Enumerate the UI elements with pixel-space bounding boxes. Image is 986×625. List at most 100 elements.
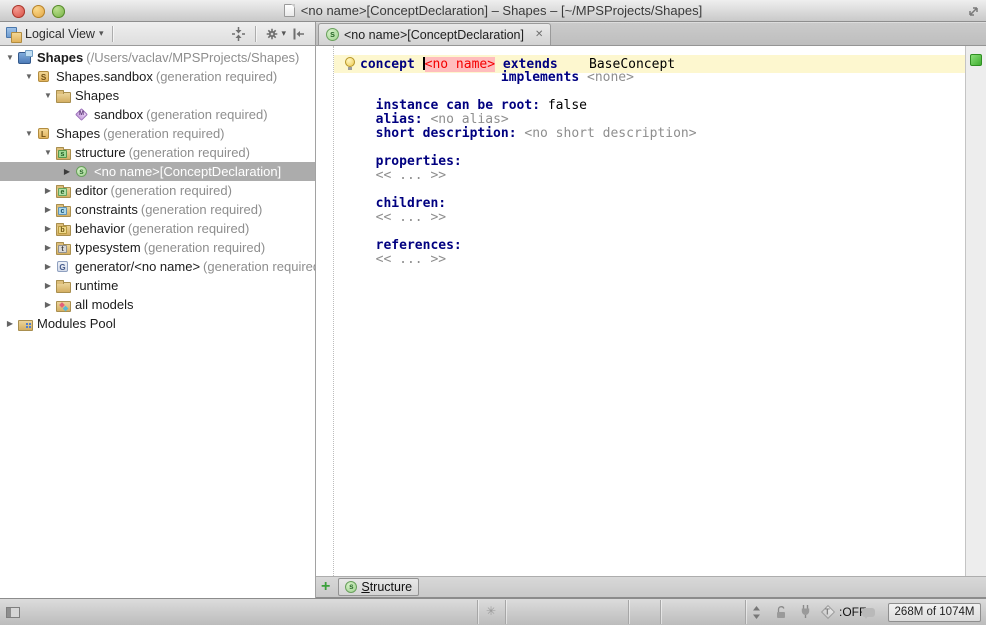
behavior-icon: b [55,222,71,235]
intention-bulb-icon[interactable] [345,57,355,67]
tree-expand-arrow[interactable]: ▼ [42,91,54,100]
tree-row[interactable]: ▼sstructure (generation required) [0,143,315,162]
tree-expand-arrow[interactable]: ▶ [61,167,73,176]
concept-icon [326,28,339,41]
analysis-status-indicator[interactable] [970,54,982,66]
structure-tab-label: Structure [361,580,412,594]
editor-tab[interactable]: <no name>[ConceptDeclaration] [318,23,551,45]
hide-panel-icon[interactable] [291,27,305,41]
chevron-down-icon: ▾ [281,28,286,39]
code-segment [360,98,376,113]
tree-row[interactable]: ▶s<no name>[ConceptDeclaration] [0,162,315,181]
statusbar-separator [505,600,506,624]
tree-expand-arrow[interactable]: ▼ [42,148,54,157]
tab-structure[interactable]: Structure [338,578,419,596]
tree-item-suffix: (generation required) [144,240,265,255]
tree-expand-arrow[interactable]: ▼ [23,129,35,138]
tree-row[interactable]: ▶eeditor (generation required) [0,181,315,200]
tree-expand-arrow[interactable]: ▶ [4,319,16,328]
tree-item-name: Modules Pool [37,316,116,331]
folder-icon [55,89,71,102]
settings-gear-icon[interactable]: ▾ [265,27,286,41]
code-line[interactable] [334,183,965,197]
view-selector[interactable]: Logical View ▾ [0,22,109,45]
concept-editor[interactable]: concept <no name> extends BaseConcept im… [316,46,986,576]
code-line[interactable]: instance can be root: false [334,99,965,113]
code-line[interactable]: << ... >> [334,253,965,267]
tree-expand-arrow[interactable]: ▼ [4,53,16,62]
code-line[interactable]: references: [334,239,965,253]
tree-expand-arrow[interactable]: ▼ [23,72,35,81]
code-segment [360,154,376,169]
code-segment: <none> [587,70,634,85]
error-stripe[interactable] [965,46,986,576]
scroll-from-source-icon[interactable] [231,27,246,41]
tree-row[interactable]: ▼LShapes (generation required) [0,124,315,143]
code-segment [360,196,376,211]
code-line[interactable]: alias: <no alias> [334,113,965,127]
tree-row[interactable]: ▼Shapes (/Users/vaclav/MPSProjects/Shape… [0,48,315,67]
code-segment: << ... >> [376,168,446,183]
project-toolbar: Logical View ▾ [0,22,316,46]
tree-row[interactable]: ▶cconstraints (generation required) [0,200,315,219]
memory-indicator[interactable]: 268M of 1074M [888,603,981,622]
code-segment [360,252,376,267]
code-line[interactable]: properties: [334,155,965,169]
tree-row[interactable]: ▼Shapes [0,86,315,105]
tree-expand-arrow[interactable]: ▶ [42,186,54,195]
close-tab-icon[interactable] [535,29,543,40]
code-line[interactable]: implements <none> [334,71,965,85]
tree-expand-arrow[interactable]: ▶ [42,262,54,271]
close-window-button[interactable] [12,5,25,18]
tree-expand-arrow[interactable]: ▶ [42,224,54,233]
code-line[interactable] [334,225,965,239]
statusbar-separator [477,600,478,624]
tree-row[interactable]: ▶b behavior (generation required) [0,219,315,238]
tree-expand-arrow[interactable]: ▶ [42,300,54,309]
code-area[interactable]: concept <no name> extends BaseConcept im… [316,46,965,576]
tree-item-suffix: (generation required) [128,221,249,236]
tree-row[interactable]: ▶all models [0,295,315,314]
code-line[interactable] [334,141,965,155]
code-segment: << ... >> [376,210,446,225]
minimize-window-button[interactable] [32,5,45,18]
tree-row[interactable]: ▶ Modules Pool [0,314,315,333]
code-line[interactable]: concept <no name> extends BaseConcept [334,57,965,71]
tree-row[interactable]: ▼SShapes.sandbox (generation required) [0,67,315,86]
code-segment: references: [376,238,462,253]
fullscreen-icon[interactable] [967,5,980,18]
statusbar-separator [660,600,661,624]
toolbar-row: Logical View ▾ [0,22,986,46]
typesystem-indicator-icon[interactable]: T [821,605,835,619]
code-line[interactable]: << ... >> [334,169,965,183]
lock-icon[interactable] [775,605,788,622]
tree-expand-arrow[interactable]: ▶ [42,281,54,290]
add-aspect-button[interactable]: + [321,579,330,595]
tree-row[interactable]: sandbox (generation required) [0,105,315,124]
tree-item-name: <no name>[ConceptDeclaration] [94,164,281,179]
toolbar-separator [255,26,256,42]
model-icon [74,108,90,121]
tree-item-name: generator/<no name> [75,259,200,274]
code-line[interactable]: << ... >> [334,211,965,225]
code-line[interactable] [334,85,965,99]
stepper-icon[interactable] [752,606,761,622]
notifications-icon[interactable] [862,608,875,617]
tree-expand-arrow[interactable]: ▶ [42,243,54,252]
tree-row[interactable]: ▶ttypesystem (generation required) [0,238,315,257]
project-icon [17,51,33,64]
tree-item-suffix: (generation required) [103,126,224,141]
tree-row[interactable]: ▶Ggenerator/<no name> (generation requir… [0,257,315,276]
code-line[interactable]: short description: <no short description… [334,127,965,141]
power-plug-icon[interactable] [799,604,812,622]
code-segment: implements [501,70,579,85]
code-line[interactable]: children: [334,197,965,211]
project-tree: ▼Shapes (/Users/vaclav/MPSProjects/Shape… [0,46,315,598]
tree-expand-arrow[interactable]: ▶ [42,205,54,214]
tree-item-suffix: (generation required) [111,183,232,198]
tree-item-name: behavior [75,221,125,236]
zoom-window-button[interactable] [52,5,65,18]
titlebar[interactable]: <no name>[ConceptDeclaration] – Shapes –… [0,0,986,22]
tree-row[interactable]: ▶runtime [0,276,315,295]
toolwindow-toggle-icon[interactable] [6,607,20,618]
